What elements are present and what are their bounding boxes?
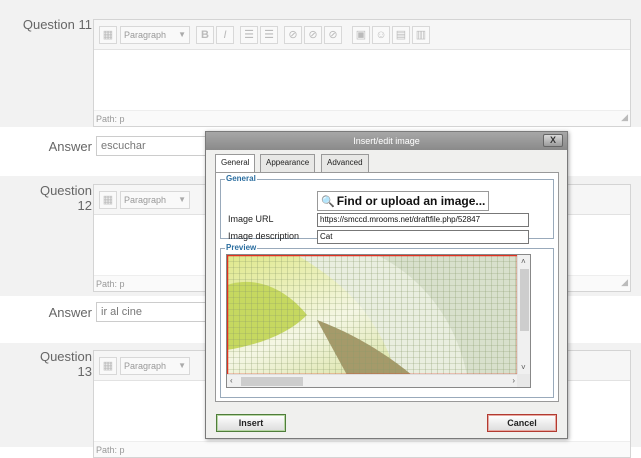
- toolbar-toggle-icon[interactable]: ▦: [99, 26, 117, 44]
- answer-input[interactable]: ir al cine: [96, 302, 214, 322]
- question-11-label: Question 11: [22, 17, 92, 32]
- preview-image: [227, 255, 518, 375]
- insert-button[interactable]: Insert: [216, 414, 286, 432]
- path-bar: Path: p: [94, 441, 630, 457]
- paste-icon[interactable]: ▥: [412, 26, 430, 44]
- image-url-input[interactable]: https://smccd.mrooms.net/draftfile.php/5…: [317, 213, 529, 227]
- link-icon[interactable]: ⊘: [284, 26, 302, 44]
- emoticon-icon[interactable]: ☺: [372, 26, 390, 44]
- toolbar-toggle-icon[interactable]: ▦: [99, 191, 117, 209]
- cancel-button[interactable]: Cancel: [487, 414, 557, 432]
- answer-label: Answer: [48, 305, 92, 320]
- file-picker-icon: 🔍: [321, 196, 335, 208]
- question-13-label: Question 13: [39, 349, 92, 379]
- preview-vertical-scrollbar[interactable]: ˄ ˅: [517, 255, 530, 375]
- path-bar: Path: p ◢: [94, 110, 630, 126]
- tab-general[interactable]: General: [215, 154, 256, 173]
- unlink-icon[interactable]: ⊘: [304, 26, 322, 44]
- format-select[interactable]: Paragraph ▼: [120, 26, 190, 44]
- dialog-titlebar[interactable]: Insert/edit image X: [206, 132, 567, 150]
- scroll-right-icon[interactable]: ›: [512, 376, 515, 386]
- media-icon[interactable]: ▤: [392, 26, 410, 44]
- image-icon[interactable]: ▣: [352, 26, 370, 44]
- general-panel: General 🔍 Find or upload an image... Imag…: [215, 172, 559, 402]
- preview-fieldset: Preview ˄ ˅ ‹ ›: [220, 243, 554, 398]
- image-url-label: Image URL: [228, 214, 274, 224]
- tab-advanced[interactable]: Advanced: [321, 154, 369, 172]
- bullet-list-icon[interactable]: ☰: [240, 26, 258, 44]
- format-select[interactable]: Paragraph ▼: [120, 357, 190, 375]
- anchor-icon[interactable]: ⊘: [324, 26, 342, 44]
- insert-image-dialog: Insert/edit image X General Appearance A…: [205, 131, 568, 439]
- preview-horizontal-scrollbar[interactable]: ‹ ›: [227, 374, 518, 387]
- vertical-scroll-thumb[interactable]: [520, 269, 529, 331]
- tab-appearance[interactable]: Appearance: [260, 154, 316, 172]
- scroll-corner: [517, 374, 530, 387]
- answer-label: Answer: [48, 139, 92, 154]
- preview-legend: Preview: [225, 243, 258, 252]
- question-11-editor[interactable]: ▦ Paragraph ▼ B I ☰ ☰ ⊘ ⊘ ⊘ ▣ ☺ ▤ ▥ Path:…: [93, 19, 631, 127]
- editor-toolbar: ▦ Paragraph ▼ B I ☰ ☰ ⊘ ⊘ ⊘ ▣ ☺ ▤ ▥: [94, 20, 630, 50]
- question-11-textarea[interactable]: [94, 50, 630, 110]
- find-upload-button[interactable]: 🔍 Find or upload an image...: [317, 191, 489, 211]
- question-12-label: Question 12: [39, 183, 92, 213]
- scroll-up-icon[interactable]: ˄: [521, 257, 526, 267]
- toolbar-toggle-icon[interactable]: ▦: [99, 357, 117, 375]
- resize-handle-icon[interactable]: ◢: [621, 274, 628, 290]
- close-icon[interactable]: X: [543, 134, 563, 147]
- horizontal-scroll-thumb[interactable]: [241, 377, 303, 386]
- dialog-title: Insert/edit image: [353, 136, 420, 146]
- general-legend: General: [225, 174, 257, 183]
- scroll-down-icon[interactable]: ˅: [521, 363, 526, 373]
- image-description-input[interactable]: Cat: [317, 230, 529, 244]
- preview-area: ˄ ˅ ‹ ›: [226, 254, 531, 388]
- numbered-list-icon[interactable]: ☰: [260, 26, 278, 44]
- resize-handle-icon[interactable]: ◢: [621, 109, 628, 125]
- bold-icon[interactable]: B: [196, 26, 214, 44]
- answer-input[interactable]: escuchar: [96, 136, 214, 156]
- format-select[interactable]: Paragraph ▼: [120, 191, 190, 209]
- italic-icon[interactable]: I: [216, 26, 234, 44]
- general-fieldset: General 🔍 Find or upload an image... Imag…: [220, 174, 554, 244]
- image-description-label: Image description: [228, 231, 300, 241]
- scroll-left-icon[interactable]: ‹: [230, 376, 233, 386]
